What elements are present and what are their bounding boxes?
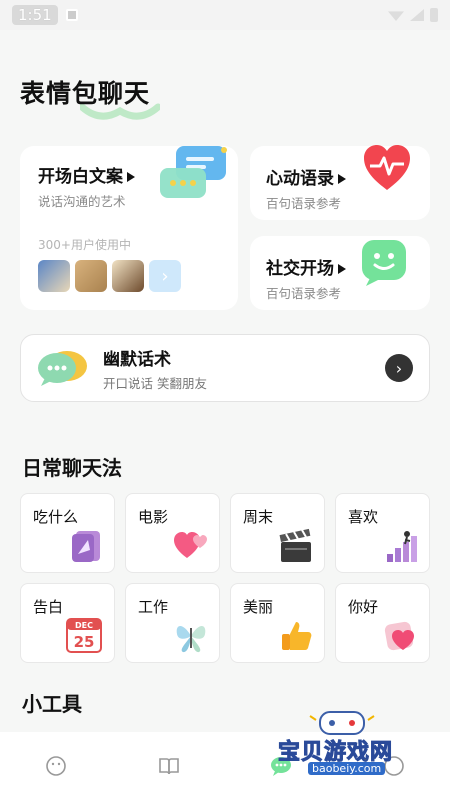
butterfly-icon: [176, 626, 206, 653]
daily-item-movie[interactable]: 电影: [125, 493, 220, 573]
social-opening-card[interactable]: 社交开场 百句语录参考: [250, 236, 430, 310]
humor-card-title: 幽默话术: [103, 349, 171, 370]
calendar-icon: DEC 25: [66, 618, 102, 653]
avatar: [112, 260, 144, 292]
book-icon: [158, 758, 179, 775]
humor-arrow-button[interactable]: ›: [385, 354, 413, 382]
battery-icon: [430, 8, 438, 22]
avatar: [38, 260, 70, 292]
calendar-day: 25: [74, 633, 95, 651]
daily-item-beauty[interactable]: 美丽: [230, 583, 325, 663]
play-arrow-icon: [338, 264, 346, 274]
climbing-chart-icon: [387, 531, 417, 562]
daily-item-eat[interactable]: 吃什么: [20, 493, 115, 573]
opening-lines-card[interactable]: 开场白文案 说话沟通的艺术 300+用户使用中 ›: [20, 146, 238, 310]
grid-item-label: 吃什么: [33, 508, 79, 526]
grid-item-label: 电影: [138, 508, 169, 526]
users-count: 300+用户使用中: [38, 238, 131, 252]
grid-item-label: 周末: [243, 508, 274, 526]
watermark-url: baobeiy.com: [308, 762, 386, 775]
smile-chat-icon: [362, 240, 406, 286]
daily-item-work[interactable]: 工作: [125, 583, 220, 663]
tools-title: 小工具: [22, 692, 82, 716]
smile-face-icon: [46, 756, 67, 776]
chat-bubbles-icon: [160, 146, 227, 198]
daily-chat-grid: 吃什么 电影 周末 喜欢 告白 DEC 25 工作 美丽 你好: [20, 493, 430, 663]
heart-frame-icon: [384, 621, 414, 651]
daily-item-confess[interactable]: 告白 DEC 25: [20, 583, 115, 663]
nav-library[interactable]: [154, 751, 184, 781]
play-arrow-icon: [127, 172, 135, 182]
heart-quotes-card[interactable]: 心动语录 百句语录参考: [250, 145, 430, 220]
daily-item-like[interactable]: 喜欢: [335, 493, 430, 573]
more-avatars-button[interactable]: ›: [149, 260, 181, 292]
grid-item-label: 工作: [138, 598, 169, 616]
speech-bubbles-icon: [38, 351, 87, 386]
status-time: 1:51: [12, 5, 58, 25]
daily-chat-title: 日常聊天法: [22, 456, 122, 480]
signal-icon: [410, 9, 424, 21]
heart-card-subtitle: 百句语录参考: [266, 196, 342, 211]
user-avatars: ›: [38, 260, 181, 292]
hearts-icon: [174, 532, 207, 558]
thumbs-up-icon: [282, 622, 312, 650]
status-icons: [388, 8, 438, 22]
humor-talk-card[interactable]: 幽默话术 开口说话 笑翻朋友 ›: [20, 334, 430, 402]
daily-item-hello[interactable]: 你好: [335, 583, 430, 663]
humor-card-subtitle: 开口说话 笑翻朋友: [103, 375, 207, 391]
page-title: 表情包聊天: [20, 79, 151, 108]
calendar-month: DEC: [75, 621, 93, 630]
grid-item-label: 你好: [348, 598, 379, 616]
play-arrow-icon: [338, 174, 346, 184]
nav-home[interactable]: [41, 751, 71, 781]
wifi-icon: [388, 11, 404, 21]
daily-item-weekend[interactable]: 周末: [230, 493, 325, 573]
status-bar: 1:51: [0, 0, 450, 30]
grid-item-label: 喜欢: [348, 508, 379, 526]
notification-icon: [65, 9, 78, 21]
clapperboard-icon: [279, 528, 311, 562]
grid-item-label: 美丽: [243, 598, 274, 616]
food-card-icon: [72, 531, 100, 562]
heartbeat-heart-icon: [364, 145, 410, 190]
avatar: [75, 260, 107, 292]
